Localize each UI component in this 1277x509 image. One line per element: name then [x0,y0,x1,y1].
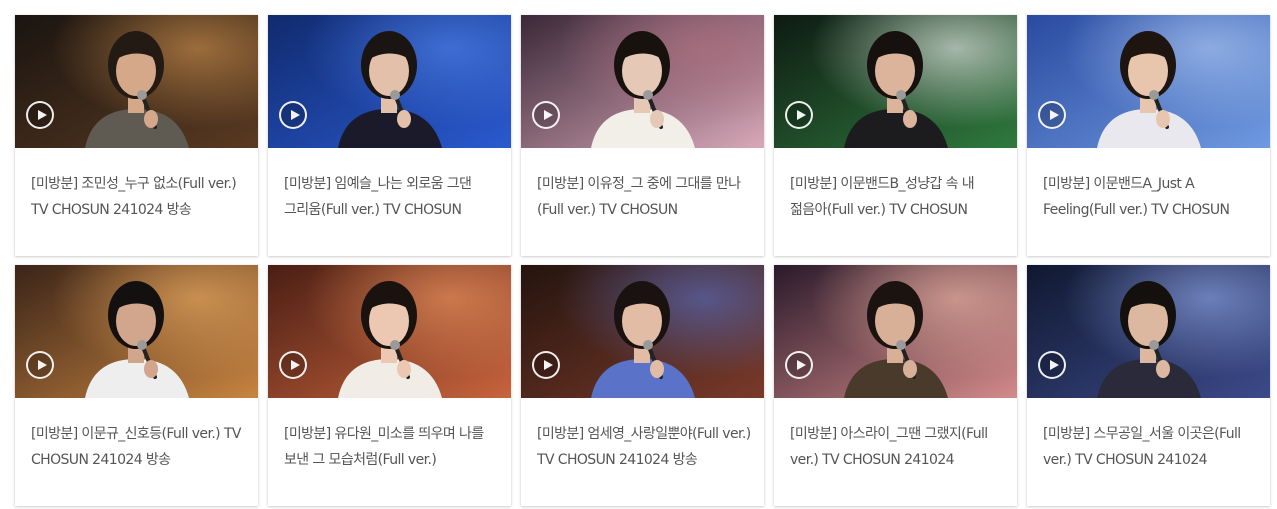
play-icon[interactable] [532,351,560,379]
performer-scene [774,265,1017,398]
performer-scene [1027,265,1270,398]
performer-scene [15,15,258,148]
performer-scene [521,265,764,398]
video-title[interactable]: [미방분] 조민성_누구 없소(Full ver.) TV CHOSUN 241… [31,171,245,223]
video-thumbnail[interactable] [268,15,511,148]
video-thumbnail[interactable] [15,265,258,398]
play-icon[interactable] [279,351,307,379]
video-card[interactable]: [미방분] 이유정_그 중에 그대를 만나(Full ver.) TV CHOS… [521,15,764,256]
video-title[interactable]: [미방분] 이문규_신호등(Full ver.) TV CHOSUN 24102… [31,421,245,473]
play-icon[interactable] [26,101,54,129]
video-title[interactable]: [미방분] 임예슬_나는 외로움 그댄 그리움(Full ver.) TV CH… [284,171,498,223]
video-thumbnail[interactable] [774,265,1017,398]
video-thumbnail[interactable] [268,265,511,398]
video-card[interactable]: [미방분] 엄세영_사랑일뿐야(Full ver.) TV CHOSUN 241… [521,265,764,506]
performer-scene [268,265,511,398]
video-thumbnail[interactable] [1027,15,1270,148]
video-title[interactable]: [미방분] 아스라이_그땐 그랬지(Full ver.) TV CHOSUN 2… [790,421,1004,473]
video-thumbnail[interactable] [521,15,764,148]
video-card[interactable]: [미방분] 이문규_신호등(Full ver.) TV CHOSUN 24102… [15,265,258,506]
play-icon[interactable] [26,351,54,379]
video-thumbnail[interactable] [1027,265,1270,398]
video-card[interactable]: [미방분] 임예슬_나는 외로움 그댄 그리움(Full ver.) TV CH… [268,15,511,256]
performer-scene [1027,15,1270,148]
video-title[interactable]: [미방분] 이문밴드B_성냥갑 속 내 젊음아(Full ver.) TV CH… [790,171,1004,223]
video-card[interactable]: [미방분] 이문밴드A_Just A Feeling(Full ver.) TV… [1027,15,1270,256]
performer-scene [15,265,258,398]
play-icon[interactable] [785,101,813,129]
video-card[interactable]: [미방분] 아스라이_그땐 그랬지(Full ver.) TV CHOSUN 2… [774,265,1017,506]
video-thumbnail[interactable] [15,15,258,148]
performer-scene [521,15,764,148]
video-grid: [미방분] 조민성_누구 없소(Full ver.) TV CHOSUN 241… [0,0,1277,509]
play-icon[interactable] [785,351,813,379]
video-card[interactable]: [미방분] 유다원_미소를 띄우며 나를 보낸 그 모습처럼(Full ver.… [268,265,511,506]
video-thumbnail[interactable] [774,15,1017,148]
video-title[interactable]: [미방분] 유다원_미소를 띄우며 나를 보낸 그 모습처럼(Full ver.… [284,421,498,473]
play-icon[interactable] [1038,101,1066,129]
play-icon[interactable] [1038,351,1066,379]
video-title[interactable]: [미방분] 엄세영_사랑일뿐야(Full ver.) TV CHOSUN 241… [537,421,751,473]
video-title[interactable]: [미방분] 이유정_그 중에 그대를 만나(Full ver.) TV CHOS… [537,171,751,223]
performer-scene [774,15,1017,148]
video-thumbnail[interactable] [521,265,764,398]
video-card[interactable]: [미방분] 스무공일_서울 이곳은(Full ver.) TV CHOSUN 2… [1027,265,1270,506]
video-card[interactable]: [미방분] 조민성_누구 없소(Full ver.) TV CHOSUN 241… [15,15,258,256]
video-card[interactable]: [미방분] 이문밴드B_성냥갑 속 내 젊음아(Full ver.) TV CH… [774,15,1017,256]
video-title[interactable]: [미방분] 스무공일_서울 이곳은(Full ver.) TV CHOSUN 2… [1043,421,1257,473]
video-title[interactable]: [미방분] 이문밴드A_Just A Feeling(Full ver.) TV… [1043,171,1257,223]
play-icon[interactable] [279,101,307,129]
play-icon[interactable] [532,101,560,129]
performer-scene [268,15,511,148]
